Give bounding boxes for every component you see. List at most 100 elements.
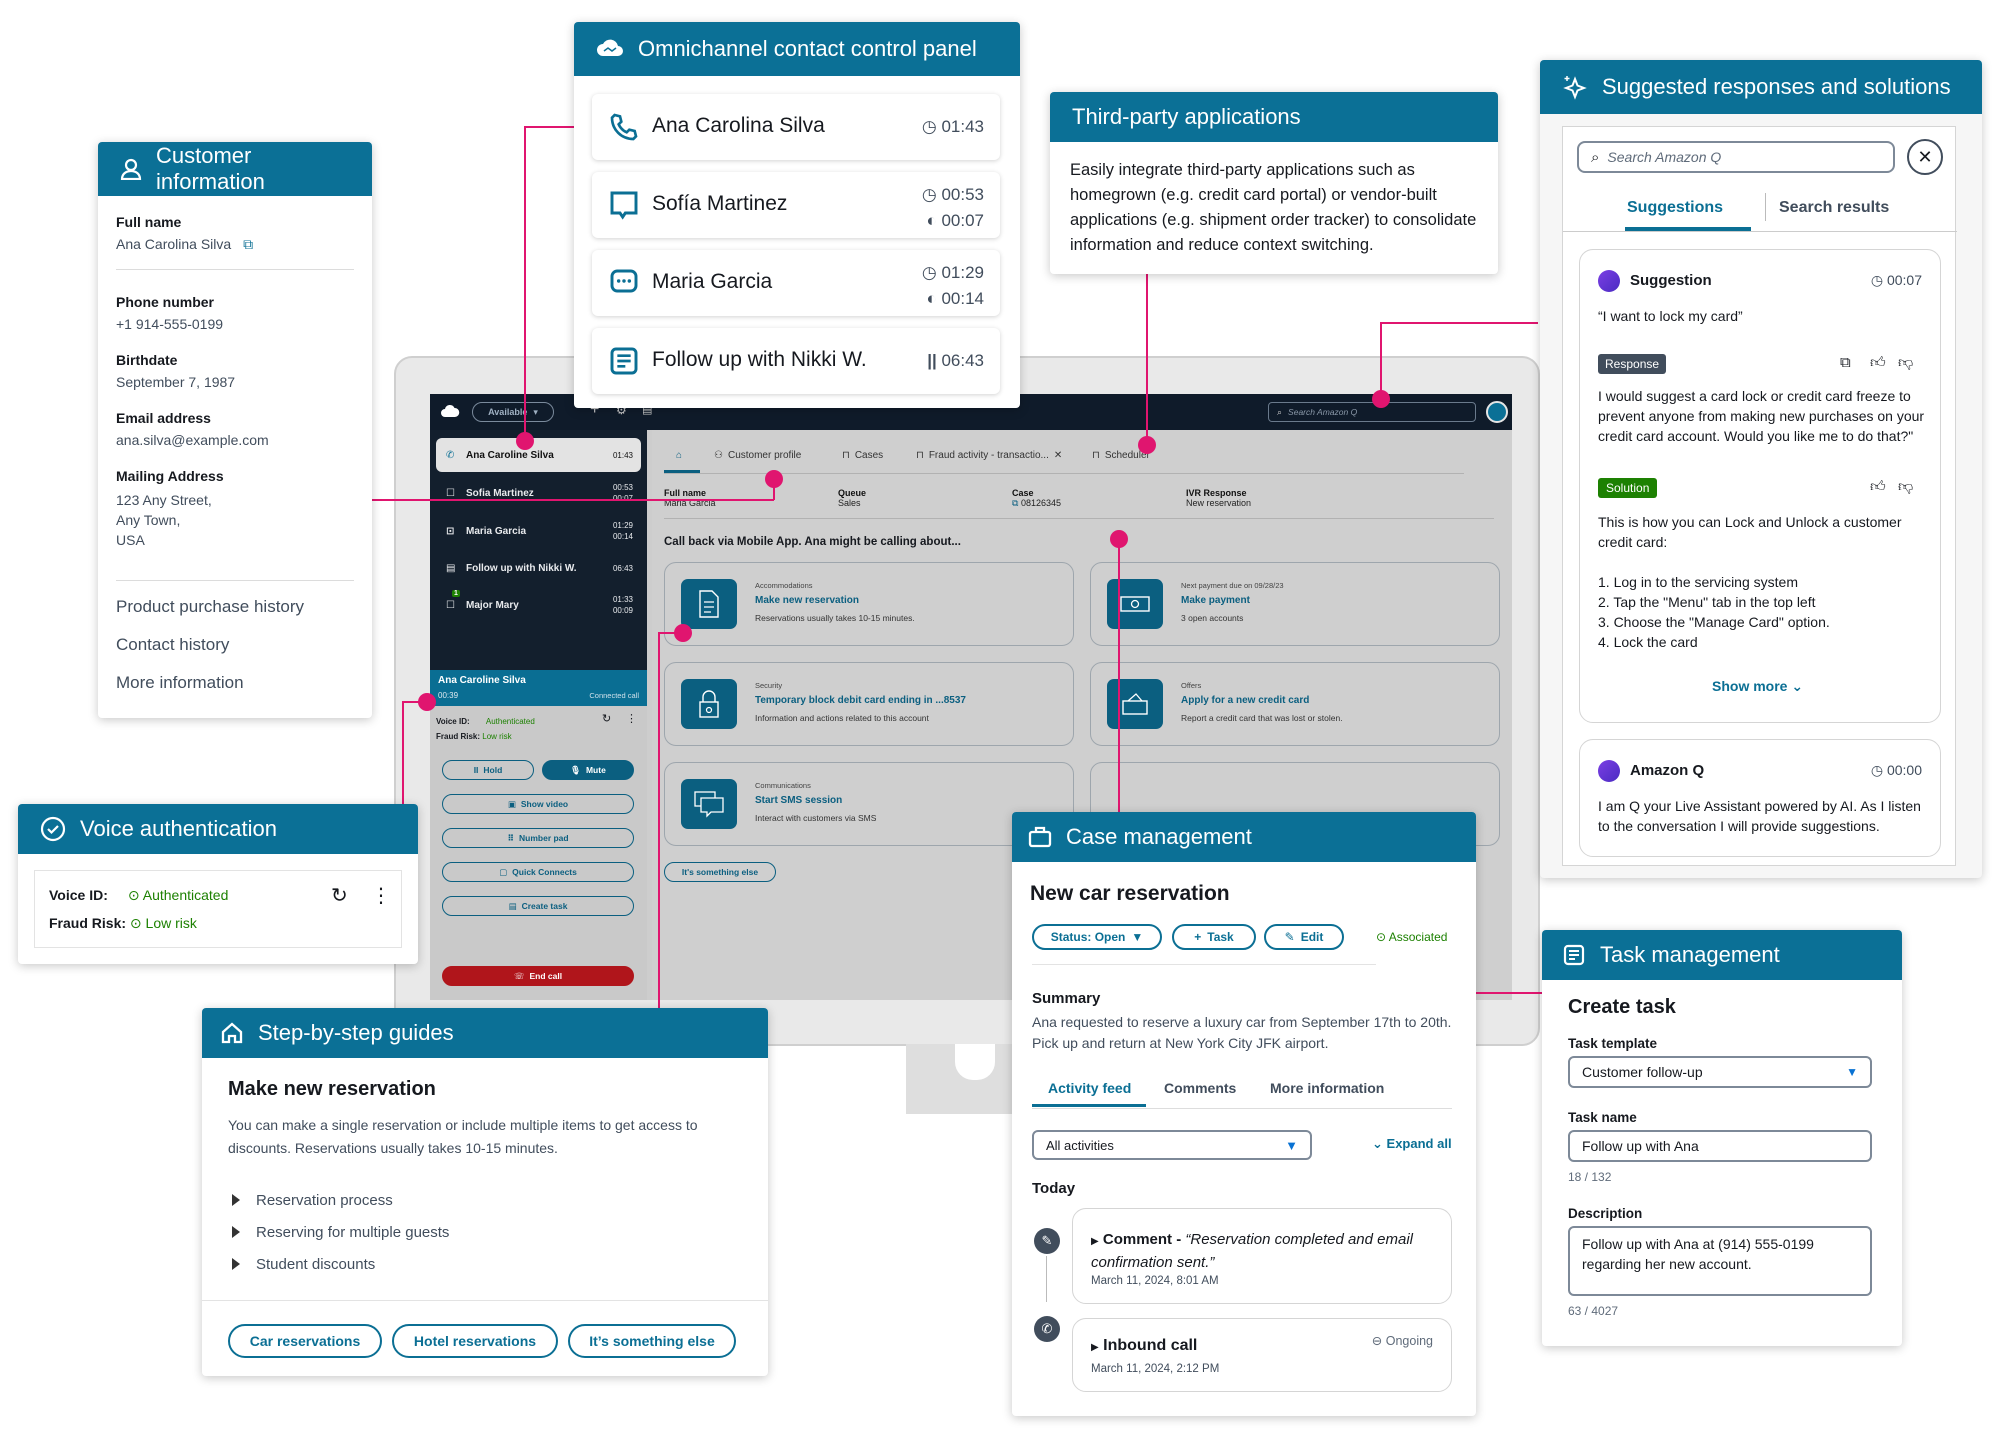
tile-make-payment[interactable]: Next payment due on 09/28/23 Make payment… (1090, 562, 1500, 646)
link-product-purchase-history[interactable]: Product purchase history (116, 597, 354, 617)
edit-button[interactable]: ✎ Edit (1264, 924, 1344, 950)
response-badge: Response (1598, 354, 1667, 374)
end-call-button[interactable]: ☏ End call (442, 966, 634, 986)
thumbs-down-icon[interactable]: 👎︎ (1898, 478, 1913, 496)
refresh-icon[interactable]: ↻ (331, 883, 348, 908)
close-icon[interactable]: ✕ (1054, 450, 1062, 461)
tab-customer-profile[interactable]: ⚇ Customer profile (714, 450, 801, 461)
agent-status-dropdown[interactable]: Available ▾ (472, 402, 554, 422)
copy-icon[interactable]: ⧉ (1012, 498, 1018, 508)
task-name-input[interactable]: Follow up with Ana (1568, 1130, 1872, 1162)
divider (1032, 964, 1376, 965)
tab-home[interactable]: ⌂ (676, 450, 682, 461)
panel-title: Step-by-step guides (258, 1020, 454, 1045)
close-icon[interactable]: ✕ (1907, 139, 1943, 175)
amazon-q-button[interactable] (1486, 401, 1508, 423)
screen-contact-item[interactable]: ☐ Sofia Martinez 00:5300:07 (436, 476, 641, 510)
voice-authentication-header: Voice authentication (18, 804, 418, 854)
link-contact-history[interactable]: Contact history (116, 635, 354, 655)
task-name-value: Follow up with Ana (1582, 1138, 1699, 1154)
copy-icon[interactable]: ⧉ (243, 236, 253, 252)
prompt-heading: Call back via Mobile App. Ana might be c… (664, 536, 961, 548)
voice-id-label: Voice ID: (436, 717, 470, 726)
tab-activity-feed[interactable]: Activity feed (1048, 1080, 1131, 1096)
contact-name: Ana Caroline Silva (466, 449, 554, 461)
tab-cases[interactable]: ⊓ Cases (842, 450, 883, 461)
add-task-button[interactable]: + Task (1172, 924, 1256, 950)
expander-student-discounts[interactable]: Student discounts (232, 1248, 449, 1280)
show-more-button[interactable]: Show more ⌄ (1712, 678, 1803, 695)
refresh-icon[interactable]: ↻ (602, 712, 611, 725)
connector-line (1380, 322, 1538, 324)
amazon-q-avatar-icon (1598, 270, 1620, 292)
show-video-button[interactable]: ▣ Show video (442, 794, 634, 814)
screen-contact-item[interactable]: ⊡ Maria Garcia 01:29 00:14 (436, 514, 641, 548)
quick-connects-button[interactable]: ▢ Quick Connects (442, 862, 634, 882)
screen-contact-item[interactable]: ✆ Ana Caroline Silva 01:43 (436, 438, 641, 472)
tab-comments[interactable]: Comments (1164, 1080, 1236, 1096)
expander-reservation-process[interactable]: Reservation process (232, 1184, 449, 1216)
mute-button[interactable]: 🎙 Mute (542, 760, 634, 780)
description-textarea[interactable]: Follow up with Ana at (914) 555-0199 reg… (1568, 1226, 1872, 1296)
tile-title[interactable]: Make payment (1181, 595, 1250, 606)
show-video-label: Show video (520, 799, 569, 809)
car-reservations-button[interactable]: Car reservations (228, 1324, 382, 1358)
screen-contact-item[interactable]: ☐ 1 Major Mary 01:33 00:09 (436, 588, 641, 622)
something-else-label: It's something else (681, 867, 759, 877)
ccp-contact-item[interactable]: Maria Garcia ◷ 01:29 ◐ 00:14 (592, 250, 1000, 316)
something-else-button[interactable]: It's something else (664, 862, 776, 882)
tile-block-debit-card[interactable]: Security Temporary block debit card endin… (664, 662, 1074, 746)
more-vertical-icon[interactable]: ⋮ (371, 883, 391, 908)
status-dropdown[interactable]: Status: Open ▼ (1032, 924, 1162, 950)
tile-apply-credit-card[interactable]: Offers Apply for a new credit card Report … (1090, 662, 1500, 746)
tab-more-information[interactable]: More information (1270, 1080, 1384, 1096)
guide-description: You can make a single reservation or inc… (228, 1117, 698, 1156)
activity-filter-select[interactable]: All activities ▼ (1032, 1130, 1312, 1160)
something-else-button[interactable]: It’s something else (568, 1324, 736, 1358)
thumbs-up-icon[interactable]: 👍︎ (1870, 354, 1886, 372)
paused-icon: || (927, 351, 937, 370)
expander-multiple-guests[interactable]: Reserving for multiple guests (232, 1216, 449, 1248)
create-task-button[interactable]: ▤ Create task (442, 896, 634, 916)
contact-timer: 06:43 (612, 563, 633, 573)
ccp-contact-item[interactable]: Sofía Martinez ◷ 00:53 ◐ 00:07 (592, 172, 1000, 238)
activity-item[interactable]: ▶ Comment - “Reservation completed and e… (1072, 1208, 1452, 1304)
fraud-risk-label: Fraud Risk: (436, 732, 481, 741)
task-template-select[interactable]: Customer follow-up ▼ (1568, 1056, 1872, 1088)
tile-title[interactable]: Start SMS session (755, 795, 842, 806)
solution-badge: Solution (1598, 478, 1658, 498)
more-vertical-icon[interactable]: ⋮ (626, 712, 637, 725)
amazon-q-widget: ⌕ Search Amazon Q ✕ Suggestions Search r… (1562, 126, 1957, 866)
ccp-contact-item[interactable]: Ana Carolina Silva ◷ 01:43 (592, 94, 1000, 160)
amazon-q-search-input[interactable]: ⌕ Search Amazon Q (1577, 141, 1895, 173)
tab-search-results[interactable]: Search results (1779, 199, 1889, 217)
copy-icon[interactable]: ⧉ (1840, 354, 1851, 371)
tile-title[interactable]: Apply for a new credit card (1181, 695, 1309, 706)
caret-right-icon (232, 1258, 240, 1270)
thumbs-down-icon[interactable]: 👎︎ (1898, 354, 1913, 372)
tile-title[interactable]: Make new reservation (755, 595, 859, 606)
link-more-information[interactable]: More information (116, 673, 354, 693)
tab-suggestions[interactable]: Suggestions (1627, 199, 1723, 217)
number-pad-button[interactable]: ⠿ Number pad (442, 828, 634, 848)
tile-make-reservation[interactable]: Accommodations Make new reservation Reserv… (664, 562, 1074, 646)
tab-fraud-activity[interactable]: ⊓ Fraud activity - transactio... ✕ (916, 450, 1062, 461)
ccp-contact-item[interactable]: Follow up with Nikki W. || 06:43 (592, 328, 1000, 394)
activity-item[interactable]: ▶ Inbound call March 11, 2024, 2:12 PM ⊖… (1072, 1318, 1452, 1392)
home-icon (221, 1022, 243, 1044)
third-party-applications-panel: Third-party applications Easily integrat… (1050, 92, 1498, 274)
hotel-reservations-button[interactable]: Hotel reservations (392, 1324, 558, 1358)
tile-title[interactable]: Temporary block debit card ending in ...… (755, 695, 966, 706)
task-label: Task (1207, 930, 1234, 944)
expand-all-button[interactable]: ⌄ Expand all (1372, 1136, 1452, 1152)
hold-button[interactable]: II Hold (442, 760, 534, 780)
contact-name: Sofía Martinez (652, 192, 788, 215)
case-title: New car reservation (1030, 882, 1230, 905)
divider (116, 269, 354, 270)
task-name-counter: 18 / 132 (1568, 1170, 1612, 1184)
amazon-q-search-input[interactable]: ⌕ Search Amazon Q (1268, 402, 1476, 422)
call-timer: 00:39 (438, 691, 459, 700)
active-tab-indicator (1032, 1104, 1146, 1107)
thumbs-up-icon[interactable]: 👍︎ (1870, 478, 1886, 496)
screen-contact-item[interactable]: ▤ Follow up with Nikki W. 06:43 (436, 551, 641, 585)
